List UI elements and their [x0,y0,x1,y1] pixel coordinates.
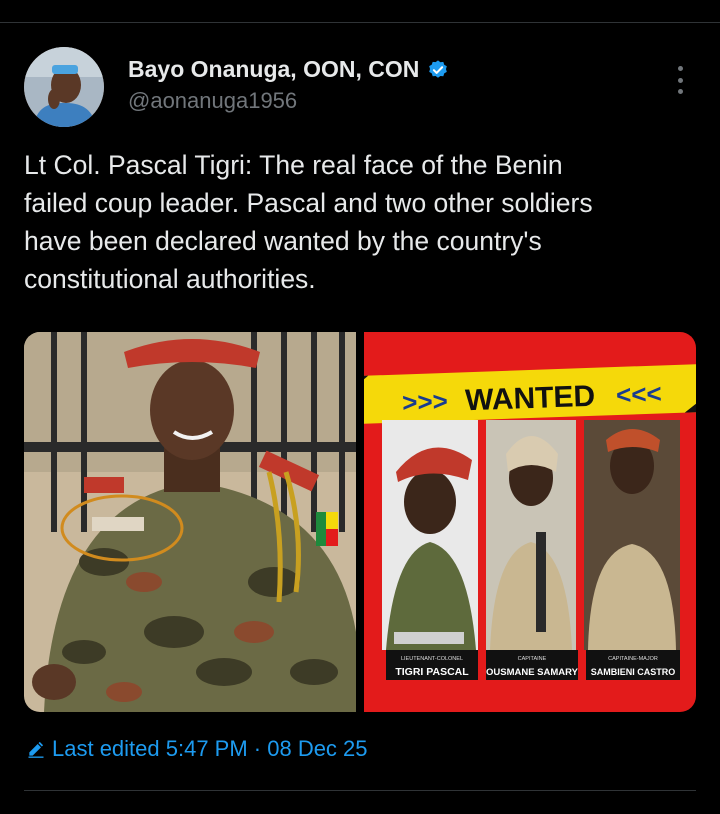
more-dot [677,77,683,83]
author-handle[interactable]: @aonanuga1956 [128,88,297,114]
tweet-media[interactable]: WANTED >>> <<< LIEUTENANT-COLONEL TIGRI … [24,332,696,712]
left-chevrons-icon: >>> [402,386,449,418]
more-dot [677,66,683,71]
wanted-person-3 [584,420,680,650]
wanted-person-2 [486,420,576,650]
verified-badge-icon [429,59,448,78]
author-name-row[interactable]: Bayo Onanuga, OON, CON [128,56,449,83]
more-options-icon[interactable] [668,66,692,94]
person-1-rank: LIEUTENANT-COLONEL [401,656,463,662]
top-divider [0,22,720,23]
right-chevrons-icon: <<< [616,378,663,410]
author-display-name[interactable]: Bayo Onanuga, OON, CON [128,56,419,83]
bottom-divider [24,790,696,791]
avatar-image [24,47,104,127]
person-2-name: OUSMANE SAMARY [486,667,579,678]
avatar[interactable] [24,47,104,127]
person-3-rank: CAPITAINE-MAJOR [608,656,658,662]
last-edited-link[interactable]: Last edited 5:47 PM · 08 Dec 25 [26,736,368,762]
last-edited-text[interactable]: Last edited 5:47 PM · 08 Dec 25 [52,736,368,762]
wanted-banner-text: WANTED [465,380,596,418]
person-1-name: TIGRI PASCAL [395,666,469,678]
wanted-poster[interactable]: WANTED >>> <<< LIEUTENANT-COLONEL TIGRI … [364,332,696,712]
soldier-photo[interactable] [24,332,356,712]
tweet-text: Lt Col. Pascal Tigri: The real face of t… [24,150,593,294]
person-2-rank: CAPITAINE [518,656,547,662]
person-3-name: SAMBIENI CASTRO [591,667,676,677]
edit-pencil-icon [28,741,44,758]
wanted-person-1 [382,420,478,650]
more-dot [677,89,683,94]
